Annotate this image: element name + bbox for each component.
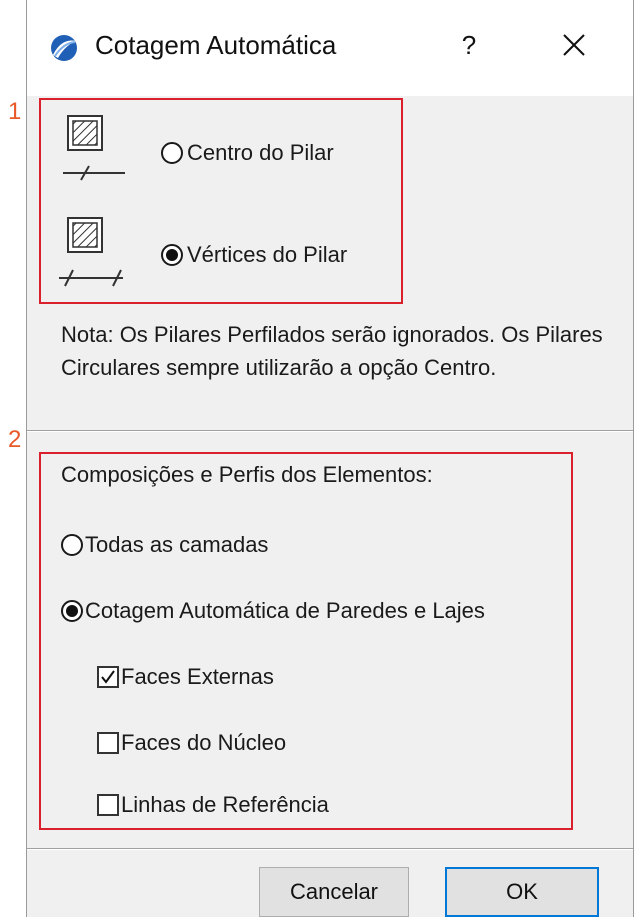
radio-all-layers[interactable]: Todas as camadas <box>61 532 268 558</box>
radio-auto-walls-indicator[interactable] <box>61 600 83 622</box>
radio-column-center[interactable]: Centro do Pilar <box>161 140 334 166</box>
radio-all-layers-indicator[interactable] <box>61 534 83 556</box>
radio-auto-walls-slabs[interactable]: Cotagem Automática de Paredes e Lajes <box>61 598 485 624</box>
radio-center-indicator[interactable] <box>161 142 183 164</box>
callout-2: 2 <box>8 426 22 453</box>
title-bar: Cotagem Automática ? <box>27 0 633 96</box>
footer-divider <box>27 848 633 850</box>
checkbox-reference-lines[interactable]: Linhas de Referência <box>97 792 329 818</box>
ok-button[interactable]: OK <box>445 867 599 917</box>
column-note: Nota: Os Pilares Perfilados serão ignora… <box>61 322 603 380</box>
column-vertices-icon <box>57 216 129 295</box>
radio-all-layers-label: Todas as camadas <box>85 532 269 557</box>
check-mark-icon <box>101 670 115 684</box>
checkbox-external-faces[interactable]: Faces Externas <box>97 664 274 690</box>
auto-dimension-dialog: Cotagem Automática ? Centro do Pilar Vér… <box>26 0 634 917</box>
checkbox-external-faces-box[interactable] <box>97 666 119 688</box>
section-divider <box>27 430 633 432</box>
composites-highlight <box>39 452 573 830</box>
radio-vertices-label: Vértices do Pilar <box>187 242 348 267</box>
column-center-icon <box>57 114 129 189</box>
radio-auto-walls-label: Cotagem Automática de Paredes e Lajes <box>85 598 485 623</box>
close-icon[interactable] <box>559 30 589 60</box>
cancel-button[interactable]: Cancelar <box>259 867 409 917</box>
callout-1: 1 <box>8 98 22 125</box>
window-title: Cotagem Automática <box>95 30 337 60</box>
radio-column-vertices[interactable]: Vértices do Pilar <box>161 242 347 268</box>
checkbox-core-faces[interactable]: Faces do Núcleo <box>97 730 286 756</box>
radio-center-label: Centro do Pilar <box>187 140 334 165</box>
radio-vertices-indicator[interactable] <box>161 244 183 266</box>
help-button[interactable]: ? <box>457 30 481 61</box>
checkbox-core-faces-label: Faces do Núcleo <box>121 730 287 755</box>
checkbox-reference-lines-label: Linhas de Referência <box>121 792 329 817</box>
archicad-app-icon <box>49 33 79 63</box>
checkbox-reference-lines-box[interactable] <box>97 794 119 816</box>
checkbox-external-faces-label: Faces Externas <box>121 664 274 689</box>
checkbox-core-faces-box[interactable] <box>97 732 119 754</box>
composites-heading: Composições e Perfis dos Elementos: <box>61 462 433 487</box>
